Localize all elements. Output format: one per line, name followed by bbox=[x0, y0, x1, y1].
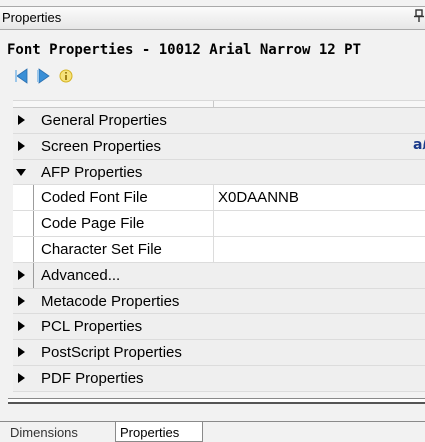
row-label: AFP Properties bbox=[41, 163, 143, 181]
row-label: Metacode Properties bbox=[41, 292, 180, 310]
row-label: Screen Properties bbox=[41, 137, 162, 155]
property-row[interactable]: Coded Font File X0DAANNB bbox=[13, 185, 425, 212]
row-label: PCL Properties bbox=[41, 318, 143, 336]
expanded-arrow-icon[interactable] bbox=[15, 166, 27, 178]
collapsed-arrow-icon[interactable] bbox=[15, 295, 27, 307]
panel-title: Properties bbox=[2, 10, 62, 25]
font-properties-heading: Font Properties - 10012 Arial Narrow 12 … bbox=[7, 42, 362, 58]
font-sample-icon[interactable]: aℓ bbox=[413, 137, 425, 153]
row-label: Advanced... bbox=[41, 266, 121, 284]
category-row[interactable]: AFP Properties bbox=[13, 159, 425, 186]
info-icon[interactable] bbox=[59, 69, 73, 85]
pin-icon[interactable] bbox=[414, 9, 424, 27]
property-value[interactable]: X0DAANNB bbox=[218, 189, 299, 206]
collapsed-arrow-icon[interactable] bbox=[15, 372, 27, 384]
back-arrow-icon[interactable] bbox=[15, 68, 29, 84]
panel-tabs: Dimensions Properties bbox=[0, 421, 425, 442]
category-row[interactable]: PDF Properties bbox=[13, 365, 425, 392]
row-label: PDF Properties bbox=[41, 369, 144, 387]
row-label: PostScript Properties bbox=[41, 344, 182, 362]
collapsed-arrow-icon[interactable] bbox=[15, 346, 27, 358]
property-row[interactable]: Code Page File bbox=[13, 211, 425, 237]
collapsed-arrow-icon[interactable] bbox=[15, 140, 27, 152]
panel-titlebar: Properties bbox=[0, 6, 425, 30]
tab-dimensions[interactable]: Dimensions bbox=[7, 422, 115, 442]
properties-panel: Properties Font Properties - 10012 Arial… bbox=[0, 0, 425, 442]
tab-properties[interactable]: Properties bbox=[115, 422, 203, 442]
category-row[interactable]: PostScript Properties bbox=[13, 340, 425, 366]
row-label: General Properties bbox=[41, 112, 167, 129]
forward-arrow-icon[interactable] bbox=[37, 68, 51, 84]
property-row[interactable]: Character Set File bbox=[13, 236, 425, 263]
grid-bottom-border bbox=[8, 398, 425, 404]
subcategory-row[interactable]: Advanced... bbox=[13, 262, 425, 289]
row-label: Coded Font File bbox=[41, 189, 148, 207]
row-label: Character Set File bbox=[41, 240, 162, 258]
collapsed-arrow-icon[interactable] bbox=[15, 114, 27, 126]
category-row[interactable]: PCL Properties bbox=[13, 314, 425, 341]
indent-line bbox=[33, 262, 34, 288]
grid-column-header bbox=[13, 100, 425, 109]
category-row[interactable]: General Properties bbox=[13, 108, 425, 134]
indent-line bbox=[33, 236, 34, 262]
category-row[interactable]: Metacode Properties bbox=[13, 288, 425, 315]
indent-line bbox=[33, 211, 34, 236]
collapsed-arrow-icon[interactable] bbox=[15, 269, 27, 281]
collapsed-arrow-icon[interactable] bbox=[15, 320, 27, 332]
indent-line bbox=[33, 185, 34, 211]
property-grid: General Properties Screen Properties aℓ AFP… bbox=[13, 108, 425, 392]
category-row[interactable]: Screen Properties aℓ bbox=[13, 133, 425, 160]
row-label: Code Page File bbox=[41, 215, 145, 233]
